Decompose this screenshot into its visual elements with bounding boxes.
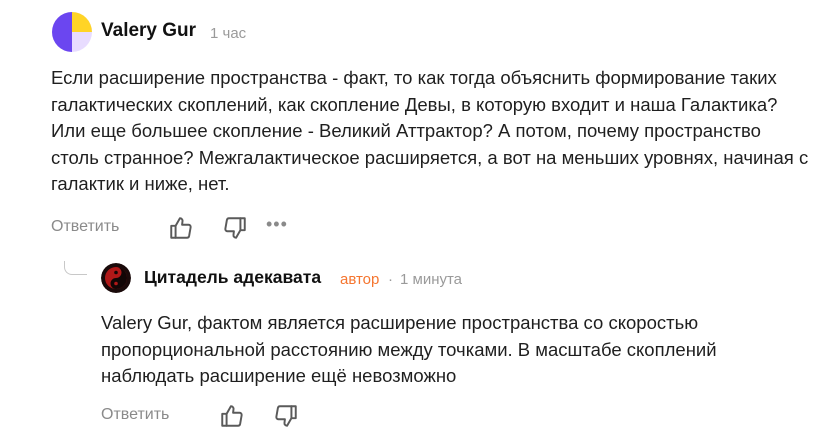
dislike-icon[interactable] [222, 215, 248, 241]
comment-author[interactable]: Valery Gur [101, 20, 196, 42]
more-options-icon[interactable]: ••• [266, 214, 288, 235]
reply-button[interactable]: Ответить [101, 406, 169, 424]
avatar[interactable] [52, 12, 92, 52]
yin-yang-icon [101, 263, 131, 293]
comment-text: Если расширение пространства - факт, то … [51, 67, 809, 194]
reply-button[interactable]: Ответить [51, 218, 119, 236]
dislike-icon[interactable] [273, 403, 299, 429]
like-icon[interactable] [168, 215, 194, 241]
thread-connector [64, 261, 87, 275]
comment-timestamp: 1 час [210, 25, 247, 42]
reply-timestamp: 1 минута [400, 271, 463, 288]
avatar-image [52, 12, 92, 52]
like-icon[interactable] [219, 403, 245, 429]
reply-text: Valery Gur, фактом является расширение п… [101, 312, 717, 386]
reply-avatar[interactable] [101, 263, 131, 293]
reply-author[interactable]: Цитадель адекавата [144, 267, 321, 288]
author-badge: автор [340, 271, 380, 288]
separator-dot: · [388, 271, 393, 288]
